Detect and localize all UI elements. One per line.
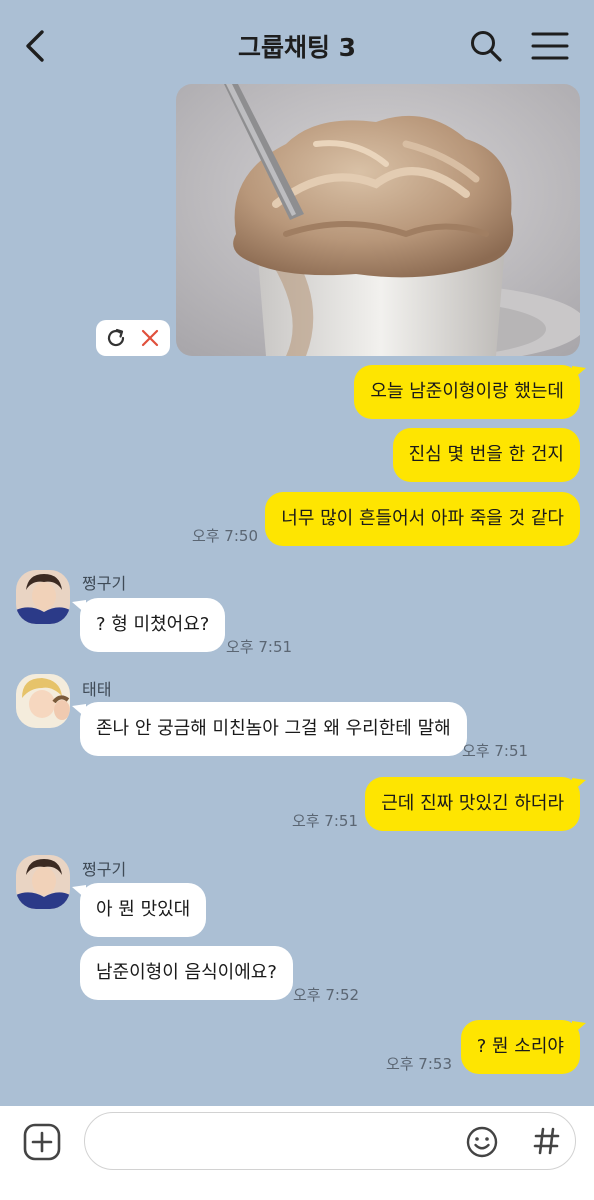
message-time: 오후 7:51	[462, 742, 529, 760]
coffee-photo	[176, 84, 580, 356]
photo-message[interactable]	[176, 84, 580, 356]
avatar-photo	[16, 570, 70, 624]
menu-button[interactable]	[530, 30, 570, 62]
hashtag-icon	[533, 1127, 560, 1155]
bubble-tail	[572, 366, 586, 380]
bubble-tail	[72, 704, 86, 718]
avatar[interactable]	[16, 674, 70, 728]
message-input[interactable]	[105, 1125, 455, 1157]
sender-name: 쩡구기	[82, 574, 127, 593]
photo-failed-actions	[96, 320, 170, 356]
chat-header: 그룹채팅 3	[0, 0, 594, 92]
search-icon	[471, 31, 502, 62]
message-time: 오후 7:50	[191, 527, 258, 545]
add-attachment-button[interactable]	[22, 1122, 62, 1162]
sender-name: 쩡구기	[82, 860, 127, 879]
bubble-tail	[572, 1021, 586, 1035]
my-message-bubble[interactable]: 근데 진짜 맛있긴 하더라	[365, 777, 580, 831]
their-message-bubble[interactable]: ? 형 미쳤어요?	[80, 598, 226, 652]
message-time: 오후 7:51	[291, 812, 358, 830]
my-message-bubble[interactable]: ? 뭔 소리야	[460, 1020, 580, 1074]
their-message-bubble[interactable]: 아 뭔 맛있대	[80, 883, 207, 937]
avatar-photo	[16, 855, 70, 909]
retry-button[interactable]	[104, 326, 128, 350]
message-time: 오후 7:52	[293, 986, 360, 1004]
chat-title: 그룹채팅 3	[237, 33, 357, 62]
sender-name: 태태	[82, 680, 112, 699]
avatar-photo	[16, 674, 70, 728]
emoji-button[interactable]	[465, 1125, 499, 1159]
message-time: 오후 7:53	[385, 1055, 452, 1073]
their-message-bubble[interactable]: 남준이형이 음식이에요?	[80, 946, 293, 1000]
avatar[interactable]	[16, 855, 70, 909]
search-button[interactable]	[468, 28, 504, 64]
message-input-box	[84, 1112, 576, 1170]
delete-button[interactable]	[138, 326, 162, 350]
bubble-tail	[572, 778, 586, 792]
close-icon	[141, 329, 159, 347]
message-time: 오후 7:51	[226, 638, 293, 656]
smiley-icon	[466, 1126, 498, 1158]
hashtag-button[interactable]	[529, 1123, 565, 1159]
input-bar	[0, 1106, 594, 1200]
bubble-tail	[72, 885, 86, 899]
avatar[interactable]	[16, 570, 70, 624]
their-message-bubble[interactable]: 존나 안 궁금해 미친놈아 그걸 왜 우리한테 말해	[80, 702, 467, 756]
refresh-icon	[107, 328, 125, 347]
plus-square-icon	[23, 1123, 61, 1161]
my-message-bubble[interactable]: 오늘 남준이형이랑 했는데	[354, 365, 580, 419]
bubble-tail	[72, 600, 86, 614]
my-message-bubble[interactable]: 너무 많이 흔들어서 아파 죽을 것 같다	[265, 492, 580, 546]
my-message-bubble[interactable]: 진심 몇 번을 한 건지	[392, 428, 580, 482]
hamburger-menu-icon	[531, 32, 569, 60]
